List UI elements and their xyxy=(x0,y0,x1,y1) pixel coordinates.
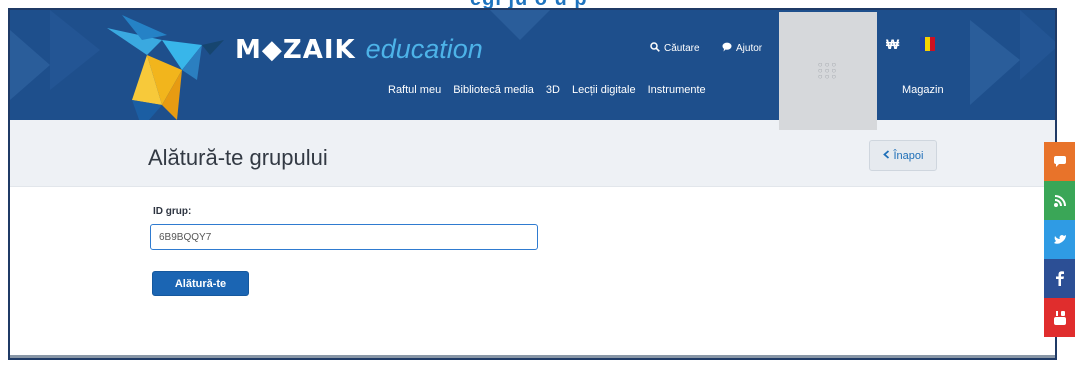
kingfisher-logo-icon xyxy=(107,15,224,120)
search-label: Căutare xyxy=(664,43,700,54)
redacted-placeholder: ○○○ ○○○ ○○○ xyxy=(779,12,877,130)
title-band: Alătură-te grupului Înapoi xyxy=(10,120,1055,187)
cart-icon[interactable]: ₩ xyxy=(886,36,899,52)
site-header: M◆ZAIK education Căutare Ajutor ₩ Raftul… xyxy=(10,10,1055,120)
nav-item-lectii-digitale[interactable]: Lecții digitale xyxy=(572,84,636,96)
logo-education-text: education xyxy=(365,34,483,64)
nav-item-3d[interactable]: 3D xyxy=(546,84,560,96)
logo-mozaik-text: M◆ZAIK xyxy=(235,35,356,65)
screenshot-frame: M◆ZAIK education Căutare Ajutor ₩ Raftul… xyxy=(8,8,1057,360)
chat-icon[interactable] xyxy=(1044,142,1075,181)
share-icon[interactable] xyxy=(1044,181,1075,220)
group-id-label: ID grup: xyxy=(153,206,192,217)
romanian-flag-icon[interactable] xyxy=(920,37,935,51)
social-sidebar xyxy=(1044,142,1075,337)
flag-stripe-red xyxy=(930,37,935,51)
nav-item-instrumente[interactable]: Instrumente xyxy=(648,84,706,96)
join-group-button[interactable]: Alătură-te xyxy=(152,271,249,296)
nav-item-magazin[interactable]: Magazin xyxy=(902,84,944,96)
youtube-icon[interactable] xyxy=(1044,298,1075,337)
main-nav: Raftul meu Bibliotecă media 3D Lecții di… xyxy=(388,84,944,96)
back-button[interactable]: Înapoi xyxy=(869,140,937,171)
search-icon xyxy=(650,42,660,55)
twitter-icon[interactable] xyxy=(1044,220,1075,259)
nav-item-biblioteca-media[interactable]: Bibliotecă media xyxy=(453,84,534,96)
page-title: Alătură-te grupului xyxy=(148,145,328,170)
bottom-divider xyxy=(10,355,1055,358)
chevron-left-icon xyxy=(882,149,890,162)
help-link[interactable]: Ajutor xyxy=(722,42,762,55)
speech-bubble-icon xyxy=(722,42,732,55)
search-link[interactable]: Căutare xyxy=(650,42,700,55)
help-label: Ajutor xyxy=(736,43,763,54)
group-id-input[interactable] xyxy=(150,224,538,250)
mozaik-logo[interactable]: M◆ZAIK education xyxy=(235,34,483,65)
back-label: Înapoi xyxy=(893,149,924,162)
facebook-icon[interactable] xyxy=(1044,259,1075,298)
nav-item-raftul-meu[interactable]: Raftul meu xyxy=(388,84,441,96)
placeholder-dots-icon: ○○○ ○○○ ○○○ xyxy=(817,60,839,81)
